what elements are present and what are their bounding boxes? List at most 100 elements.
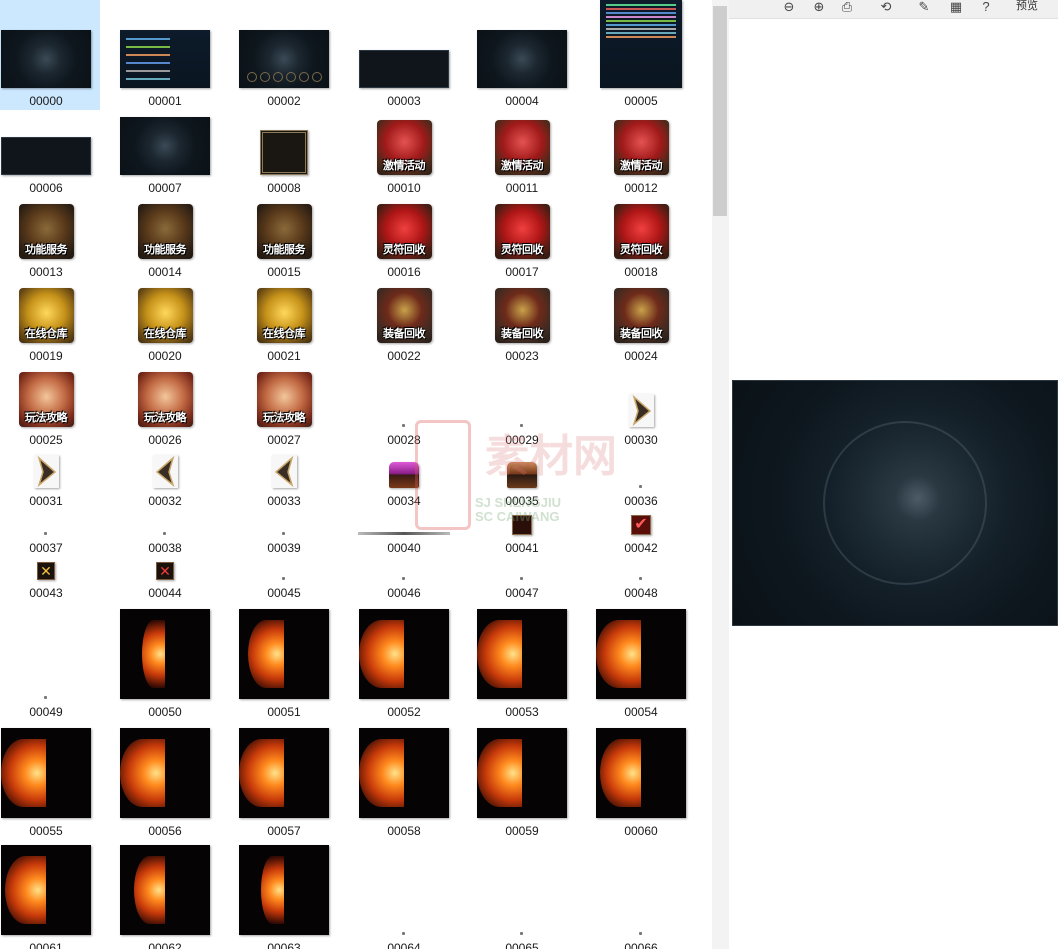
file-tile[interactable]: 00048	[587, 558, 695, 602]
fire-glow	[359, 619, 404, 689]
help-icon[interactable]: ?	[976, 0, 996, 17]
file-tile[interactable]: 在线仓库 00021	[230, 284, 338, 365]
arrow-icon	[628, 394, 654, 427]
thumbnail-image	[120, 845, 210, 935]
file-tile[interactable]: 装备回收 00022	[350, 284, 458, 365]
file-tile[interactable]: 00060	[587, 723, 695, 840]
file-tile[interactable]: 00041	[468, 512, 576, 557]
file-name: 00035	[505, 494, 539, 508]
file-tile[interactable]: 00031	[0, 452, 100, 510]
file-tile[interactable]: 00028	[350, 368, 458, 449]
file-name: 00036	[624, 494, 658, 508]
file-tile[interactable]: 00065	[468, 842, 576, 949]
file-tile[interactable]: 00052	[350, 604, 458, 721]
file-tile[interactable]: 00064	[350, 842, 458, 949]
file-tile[interactable]: 00036	[587, 452, 695, 510]
file-tile[interactable]: 00045	[230, 558, 338, 602]
thumbnail-image	[477, 30, 567, 88]
file-tile[interactable]: 功能服务 00014	[111, 200, 219, 281]
file-tile[interactable]: 00037	[0, 512, 100, 557]
edit-icon[interactable]: ✎	[914, 0, 934, 17]
apps-icon[interactable]: ▦	[946, 0, 966, 17]
fire-glow	[477, 738, 522, 808]
file-name: 00050	[148, 705, 182, 719]
vertical-scrollbar[interactable]	[712, 0, 729, 949]
file-name: 00025	[29, 433, 63, 447]
file-tile[interactable]: 00051	[230, 604, 338, 721]
file-tile[interactable]: 00054	[587, 604, 695, 721]
file-tile[interactable]: 00059	[468, 723, 576, 840]
file-tile[interactable]: 灵符回收 00018	[587, 200, 695, 281]
file-tile[interactable]: 00049	[0, 604, 100, 721]
file-tile[interactable]: 装备回收 00024	[587, 284, 695, 365]
file-tile[interactable]: 00055	[0, 723, 100, 840]
file-tile[interactable]: 在线仓库 00019	[0, 284, 100, 365]
file-tile[interactable]: 00038	[111, 512, 219, 557]
thumbnail-image	[1, 30, 91, 88]
file-tile[interactable]: 00053	[468, 604, 576, 721]
file-name: 00026	[148, 433, 182, 447]
zoom-out-icon[interactable]: ⊖	[779, 0, 799, 17]
chest-icon	[389, 462, 419, 488]
file-tile[interactable]: 00000	[0, 0, 100, 110]
file-tile[interactable]: 00005	[587, 0, 695, 110]
file-tile[interactable]: 功能服务 00013	[0, 200, 100, 281]
file-tile[interactable]: 00035	[468, 452, 576, 510]
file-tile[interactable]: 00062	[111, 842, 219, 949]
scrollbar-thumb[interactable]	[713, 6, 727, 216]
dot-icon	[44, 532, 47, 535]
dot-icon	[520, 932, 523, 935]
zoom-in-icon[interactable]: ⊕	[809, 0, 829, 17]
file-tile[interactable]: 00004	[468, 0, 576, 110]
file-tile[interactable]: 灵符回收 00016	[350, 200, 458, 281]
file-tile[interactable]: ✕ 00043	[0, 558, 100, 602]
file-tile[interactable]: ✔ 00042	[587, 512, 695, 557]
file-tile[interactable]: ✕ 00044	[111, 558, 219, 602]
file-tile[interactable]: 00058	[350, 723, 458, 840]
file-tile[interactable]: 装备回收 00023	[468, 284, 576, 365]
file-tile[interactable]: 00002	[230, 0, 338, 110]
file-tile[interactable]: 00033	[230, 452, 338, 510]
file-name: 00064	[387, 941, 421, 949]
file-tile[interactable]: 玩法攻略 00025	[0, 368, 100, 449]
data-row	[126, 46, 170, 48]
preview-label[interactable]: 预览	[1016, 0, 1038, 15]
file-tile[interactable]: 00006	[0, 113, 100, 197]
file-tile[interactable]: 00050	[111, 604, 219, 721]
file-tile[interactable]: 00039	[230, 512, 338, 557]
file-name: 00047	[505, 586, 539, 600]
file-tile[interactable]: 00029	[468, 368, 576, 449]
print-icon[interactable]: ⎙	[837, 0, 857, 17]
thumbnail-image: 激情活动	[376, 120, 432, 175]
slot-circle-icon	[299, 72, 309, 82]
file-tile[interactable]: 00066	[587, 842, 695, 949]
icon-caption: 在线仓库	[25, 328, 68, 340]
file-tile[interactable]: 玩法攻略 00026	[111, 368, 219, 449]
file-tile[interactable]: 激情活动 00010	[350, 113, 458, 197]
file-tile[interactable]: 00047	[468, 558, 576, 602]
file-tile[interactable]: 00063	[230, 842, 338, 949]
file-tile[interactable]: 00007	[111, 113, 219, 197]
file-tile[interactable]: 00061	[0, 842, 100, 949]
file-tile[interactable]: 00056	[111, 723, 219, 840]
file-tile[interactable]: 在线仓库 00020	[111, 284, 219, 365]
rotate-icon[interactable]: ⟲	[876, 0, 896, 17]
file-tile[interactable]: 00008	[230, 113, 338, 197]
file-tile[interactable]: 功能服务 00015	[230, 200, 338, 281]
file-tile[interactable]: 00003	[350, 0, 458, 110]
fire-glow	[134, 855, 165, 925]
file-tile[interactable]: 灵符回收 00017	[468, 200, 576, 281]
file-tile[interactable]: 00040	[350, 512, 458, 557]
file-tile[interactable]: 00001	[111, 0, 219, 110]
file-tile[interactable]: 激情活动 00012	[587, 113, 695, 197]
file-tile[interactable]: 00030	[587, 368, 695, 449]
file-tile[interactable]: 00032	[111, 452, 219, 510]
file-tile[interactable]: 激情活动 00011	[468, 113, 576, 197]
file-tile[interactable]: 玩法攻略 00027	[230, 368, 338, 449]
data-row	[126, 62, 170, 64]
file-tile[interactable]: 00057	[230, 723, 338, 840]
file-tile[interactable]: 00046	[350, 558, 458, 602]
file-name: 00066	[624, 941, 658, 949]
icon-caption: 玩法攻略	[144, 412, 187, 424]
file-tile[interactable]: 00034	[350, 452, 458, 510]
